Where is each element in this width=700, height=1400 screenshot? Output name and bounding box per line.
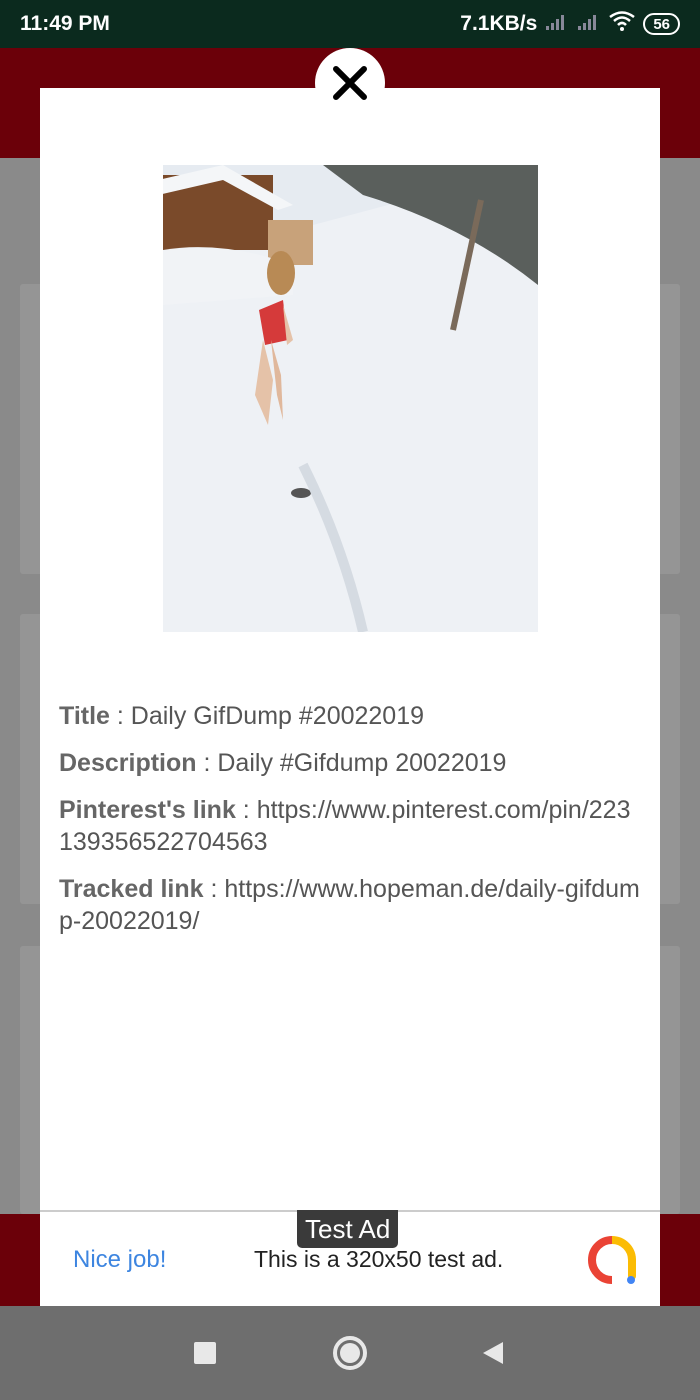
field-key: Description (59, 749, 197, 777)
close-icon (333, 66, 367, 100)
admob-logo-icon (588, 1236, 636, 1289)
info-row-tracked-link: Tracked link : https://www.hopeman.de/da… (59, 873, 644, 937)
status-time: 11:49 PM (20, 12, 110, 35)
home-button[interactable] (325, 1306, 375, 1400)
battery-level: 56 (653, 15, 670, 33)
pin-info: Title : Daily GifDump #20022019 Descript… (59, 700, 644, 952)
info-row-pinterest-link: Pinterest's link : https://www.pinterest… (59, 794, 644, 858)
signal-icon (577, 13, 601, 36)
status-bar: 11:49 PM 7.1KB/s 56 (0, 0, 700, 48)
battery-icon: 56 (643, 13, 680, 35)
info-row-title: Title : Daily GifDump #20022019 (59, 700, 644, 732)
close-button[interactable] (315, 48, 385, 118)
field-separator: : (109, 702, 131, 730)
back-button[interactable] (468, 1306, 518, 1400)
home-circle-icon (333, 1336, 367, 1370)
pin-detail-dialog: Title : Daily GifDump #20022019 Descript… (40, 88, 660, 1210)
signal-icon (545, 13, 569, 36)
recents-square-icon (194, 1342, 216, 1364)
test-ad-badge: Test Ad (297, 1210, 399, 1248)
field-separator: : (196, 749, 218, 777)
field-key: Tracked link (59, 875, 204, 903)
pin-image (163, 165, 538, 632)
field-separator: : (203, 875, 225, 903)
ad-text: This is a 320x50 test ad. (254, 1246, 504, 1272)
network-speed: 7.1KB/s (460, 12, 538, 35)
field-key: Title (59, 702, 110, 730)
ad-cta-link[interactable]: Nice job! (73, 1246, 166, 1274)
wifi-icon (609, 11, 636, 37)
info-row-description: Description : Daily #Gifdump 20022019 (59, 747, 644, 779)
snow-scene-image (163, 165, 538, 632)
ad-banner[interactable]: Test Ad Nice job! This is a 320x50 test … (40, 1210, 660, 1306)
field-value: Daily #Gifdump 20022019 (217, 749, 507, 777)
back-triangle-icon (483, 1342, 503, 1364)
field-key: Pinterest's link (59, 796, 236, 824)
status-icons: 7.1KB/s 56 (460, 11, 680, 37)
field-separator: : (235, 796, 257, 824)
field-value: Daily GifDump #20022019 (130, 702, 425, 730)
recents-button[interactable] (180, 1306, 230, 1400)
system-navigation-bar (0, 1306, 700, 1400)
